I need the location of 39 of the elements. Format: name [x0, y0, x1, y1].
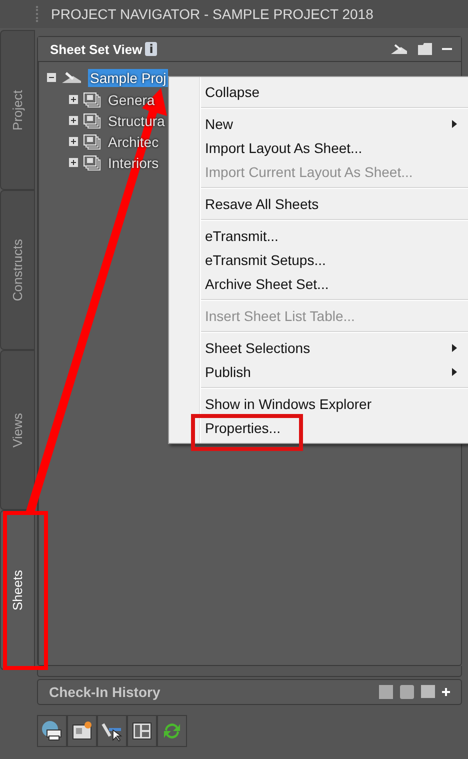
- menu-item[interactable]: Resave All Sheets: [169, 192, 468, 216]
- submenu-arrow-icon: [452, 368, 457, 376]
- refresh-icon[interactable]: [157, 715, 187, 747]
- submenu-arrow-icon: [452, 344, 457, 352]
- panel-title: Check-In History: [49, 684, 160, 700]
- collapse-icon[interactable]: [47, 73, 56, 82]
- sheet-set-icon: [61, 70, 83, 84]
- submenu-arrow-icon: [452, 120, 457, 128]
- folder-icon[interactable]: [417, 42, 433, 56]
- menu-item[interactable]: Properties...: [169, 416, 468, 440]
- expand-icon[interactable]: [69, 95, 78, 104]
- menu-item[interactable]: Import Layout As Sheet...: [169, 136, 468, 160]
- window-title: PROJECT NAVIGATOR - SAMPLE PROJECT 2018: [51, 6, 374, 22]
- expand-icon[interactable]: [69, 116, 78, 125]
- sheets-icon: [83, 112, 101, 128]
- side-tab[interactable]: Views: [0, 350, 35, 510]
- menu-item[interactable]: Show in Windows Explorer: [169, 392, 468, 416]
- sheet-view-icon[interactable]: [127, 715, 157, 747]
- menu-item[interactable]: New: [169, 112, 468, 136]
- new-layout-icon[interactable]: [67, 715, 97, 747]
- menu-item[interactable]: Collapse: [169, 80, 468, 104]
- sheets-icon: [83, 154, 101, 170]
- plot-icon[interactable]: [37, 715, 67, 747]
- expand-icon[interactable]: [441, 687, 451, 697]
- sheet-set-icon[interactable]: [389, 42, 409, 56]
- side-tab[interactable]: Project: [0, 30, 35, 190]
- info-badge[interactable]: i: [145, 42, 158, 56]
- menu-item[interactable]: eTransmit Setups...: [169, 248, 468, 272]
- side-tab[interactable]: Constructs: [0, 190, 35, 350]
- sheets-icon: [83, 134, 101, 150]
- sheets-icon: [83, 92, 101, 108]
- menu-item[interactable]: eTransmit...: [169, 224, 468, 248]
- pointer-icon[interactable]: [97, 715, 127, 747]
- menu-item[interactable]: Sheet Selections: [169, 336, 468, 360]
- panel-title: Sheet Set View: [50, 42, 142, 56]
- expand-icon[interactable]: [69, 158, 78, 167]
- menu-item[interactable]: Publish: [169, 360, 468, 384]
- menu-item[interactable]: Archive Sheet Set...: [169, 272, 468, 296]
- expand-icon[interactable]: [69, 137, 78, 146]
